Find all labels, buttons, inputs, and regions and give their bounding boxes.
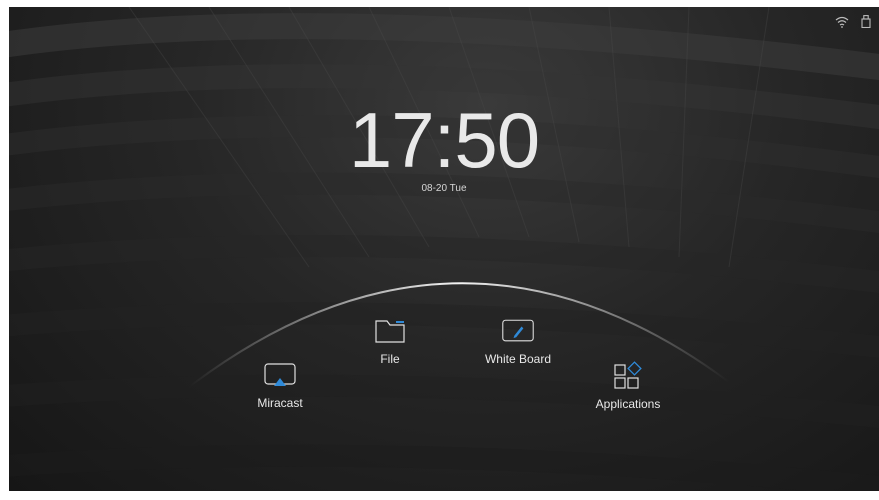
clock-date: 08-20 Tue <box>421 183 467 194</box>
wallpaper <box>9 7 879 491</box>
app-miracast[interactable]: Miracast <box>245 360 315 410</box>
whiteboard-icon <box>501 316 535 346</box>
status-bar <box>835 15 871 28</box>
clock-time: 17:50 <box>348 96 540 184</box>
folder-icon <box>373 316 407 346</box>
wifi-icon[interactable] <box>835 16 849 28</box>
apps-grid-icon <box>611 361 645 391</box>
app-applications-label: Applications <box>595 397 661 411</box>
home-screen: 17:50 08-20 Tue Miracast File White Boar… <box>9 7 879 491</box>
storage-icon[interactable] <box>861 15 871 28</box>
app-miracast-label: Miracast <box>257 396 303 410</box>
app-file[interactable]: File <box>355 316 425 366</box>
app-white-board-label: White Board <box>484 352 552 366</box>
app-applications[interactable]: Applications <box>583 361 673 411</box>
app-white-board[interactable]: White Board <box>473 316 563 366</box>
miracast-icon <box>263 360 297 390</box>
app-file-label: File <box>380 352 400 366</box>
